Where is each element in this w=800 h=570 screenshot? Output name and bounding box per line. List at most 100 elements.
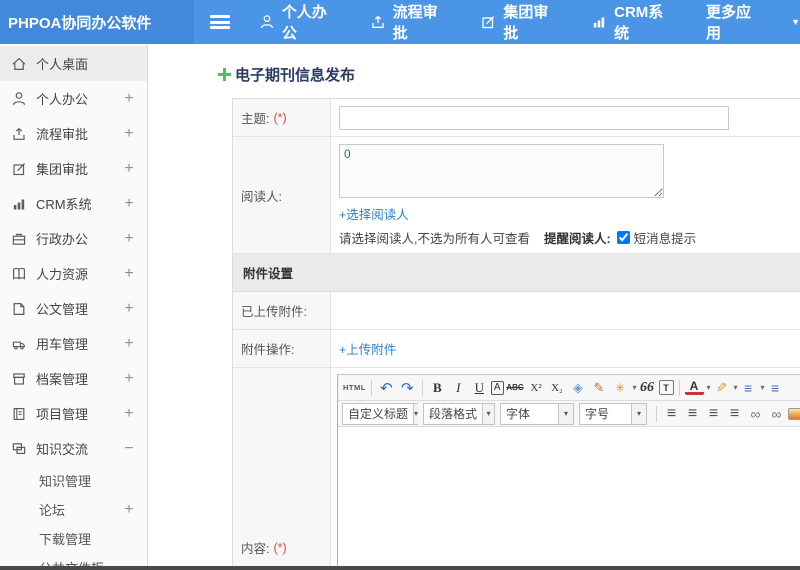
readers-textarea[interactable]: 0 [339,144,664,198]
paragraph-format-select[interactable]: 段落格式 ▾ [423,402,495,425]
sidebar-item-archive-mgmt[interactable]: 档案管理 + [0,361,147,396]
subscript-button[interactable]: X₂ [548,378,567,398]
nav-group-approval[interactable]: 集团审批 [480,1,562,43]
sidebar-item-label: CRM系统 [36,197,92,212]
custom-style-select[interactable]: 自定义标题 ▾ [342,402,419,425]
font-border-button[interactable]: A [490,380,504,395]
align-justify-button[interactable]: ≡ [725,404,744,424]
editor-toolbar-row1: HTML ↶ ↷ B I U A ABC X² X₂ ◈ ✎ ✳ ▾ 66 T … [338,375,800,401]
sidebar: 个人桌面 个人办公 + 流程审批 + 集团审批 + CRM系统 + 行政办公 +… [0,44,148,570]
sidebar-item-vehicle-mgmt[interactable]: 用车管理 + [0,326,147,361]
strikethrough-button[interactable]: ABC [506,378,525,398]
sidebar-item-personal-desktop[interactable]: 个人桌面 [0,46,147,81]
chevron-down-icon[interactable]: ▾ [734,383,738,392]
car-icon [11,336,27,352]
nav-label: 更多应用 [706,4,752,42]
toolbar-separator [421,379,423,396]
expand-plus-icon[interactable]: + [123,370,135,388]
expand-plus-icon[interactable]: + [123,405,135,423]
sidebar-subitem-label: 论坛 [39,503,66,518]
auto-typeset-icon[interactable]: ✳ [611,378,630,398]
chevron-down-icon: ▾ [558,403,573,424]
bold-button[interactable]: B [428,378,447,398]
user-icon [259,14,282,30]
share-icon [11,126,27,142]
format-painter-icon[interactable]: ✎ [590,378,609,398]
expand-plus-icon[interactable]: + [123,300,135,318]
expand-plus-icon[interactable]: + [123,230,135,248]
undo-icon[interactable]: ↶ [377,378,396,398]
paste-text-icon[interactable]: T [658,380,674,395]
expand-plus-icon[interactable]: + [123,501,135,519]
sidebar-item-workflow-approval[interactable]: 流程审批 + [0,116,147,151]
ordered-list-button[interactable]: ≡ [739,378,758,398]
eraser-icon[interactable]: ◈ [569,378,588,398]
remove-link-icon[interactable]: ∞ [767,404,786,424]
main-content: 电子期刊信息发布 主题: (*) 阅读人: 0 +选择阅读人 请选择阅读人,不选… [148,44,800,570]
highlight-pen-icon[interactable]: ✎ [712,378,731,398]
nav-label: 个人办公 [281,4,327,42]
sidebar-item-crm[interactable]: CRM系统 + [0,186,147,221]
sidebar-item-hr[interactable]: 人力资源 + [0,256,147,291]
nav-personal-office[interactable]: 个人办公 [259,1,341,43]
menu-toggle-icon[interactable] [210,15,230,29]
nav-label: CRM系统 [614,4,664,42]
html-source-button[interactable]: HTML [343,378,366,398]
attachment-action-row: 附件操作: +上传附件 [233,330,800,368]
publish-form: 主题: (*) 阅读人: 0 +选择阅读人 请选择阅读人,不选为所有人可查看 提… [232,98,800,570]
sidebar-subitem-forum[interactable]: 论坛 + [0,495,147,524]
sidebar-item-project-mgmt[interactable]: 项目管理 + [0,396,147,431]
sidebar-item-document-mgmt[interactable]: 公文管理 + [0,291,147,326]
sms-notify-checkbox[interactable] [616,231,630,244]
editor-content-area[interactable] [338,427,800,570]
subject-input[interactable] [339,105,729,130]
italic-button[interactable]: I [449,378,468,398]
align-right-button[interactable]: ≡ [704,404,723,424]
uploaded-attachments-value [331,292,800,329]
attachment-section-header: 附件设置 [233,254,800,292]
nav-workflow-approval[interactable]: 流程审批 [370,1,452,43]
sidebar-item-label: 流程审批 [36,127,89,142]
align-left-button[interactable]: ≡ [662,404,681,424]
expand-plus-icon[interactable]: + [123,125,135,143]
select-readers-link[interactable]: +选择阅读人 [339,208,409,222]
underline-button[interactable]: U [470,378,489,398]
sidebar-item-knowledge-exchange[interactable]: 知识交流 − [0,431,147,466]
chevron-down-icon[interactable]: ▼ [791,17,800,27]
font-color-button[interactable]: A [684,380,704,395]
expand-plus-icon[interactable]: + [123,335,135,353]
sidebar-item-group-approval[interactable]: 集团审批 + [0,151,147,186]
insert-link-icon[interactable]: ∞ [746,404,765,424]
unordered-list-button[interactable]: ≡ [766,378,785,398]
sidebar-subitem-download-mgmt[interactable]: 下载管理 [0,524,147,553]
expand-plus-icon[interactable]: + [123,265,135,283]
sidebar-item-admin-office[interactable]: 行政办公 + [0,221,147,256]
nav-more-apps[interactable]: 更多应用 [706,1,765,43]
font-size-select[interactable]: 字号 ▾ [579,402,647,425]
nav-label: 流程审批 [392,4,438,42]
expand-plus-icon[interactable]: + [123,90,135,108]
expand-plus-icon[interactable]: + [123,160,135,178]
chevron-down-icon: ▾ [413,403,419,424]
sidebar-item-personal-office[interactable]: 个人办公 + [0,81,147,116]
required-mark: (*) [273,540,287,555]
superscript-button[interactable]: X² [527,378,546,398]
redo-icon[interactable]: ↷ [398,378,417,398]
share-icon [370,14,393,30]
blockquote-button[interactable]: 66 [638,378,657,398]
bar-chart-icon [591,14,614,30]
insert-image-icon[interactable] [788,404,800,424]
chevron-down-icon[interactable]: ▾ [707,383,711,392]
chevron-down-icon[interactable]: ▾ [633,383,637,392]
chevron-down-icon[interactable]: ▾ [761,383,765,392]
sidebar-subitem-knowledge-mgmt[interactable]: 知识管理 [0,466,147,495]
sidebar-item-label: 知识交流 [36,442,89,457]
archive-box-icon [11,371,27,387]
upload-attachment-link[interactable]: +上传附件 [339,339,396,358]
expand-plus-icon[interactable]: + [123,195,135,213]
nav-crm[interactable]: CRM系统 [591,1,677,43]
align-center-button[interactable]: ≡ [683,404,702,424]
font-family-select[interactable]: 字体 ▾ [500,402,574,425]
collapse-minus-icon[interactable]: − [123,440,135,458]
notebook-icon [11,406,27,422]
